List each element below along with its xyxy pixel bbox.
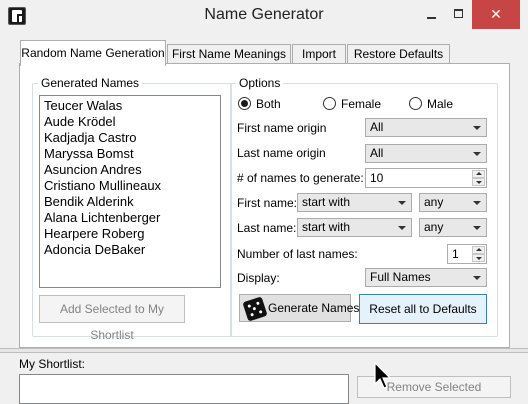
dice-icon [242,296,268,322]
last-name-mode-select[interactable]: start with [297,218,412,237]
list-item[interactable]: Bendik Alderink [44,194,216,210]
first-name-letter-value: any [424,195,444,209]
reset-defaults-button[interactable]: Reset all to Defaults [359,294,487,324]
last-name-mode-value: start with [302,220,351,234]
display-value: Full Names [370,270,431,284]
gender-male-radio[interactable] [409,97,422,110]
num-last-names-value: 1 [452,247,459,261]
stepper-buttons [472,170,485,186]
generate-names-label: Generate Names [268,301,360,315]
stepper-down-icon[interactable] [472,178,485,186]
name-count-stepper[interactable]: 10 [365,168,487,188]
first-name-mode-value: start with [302,195,351,209]
first-name-origin-label: First name origin [237,121,327,135]
shortlist-label: My Shortlist: [19,357,86,371]
list-item[interactable]: Hearpere Roberg [44,226,216,242]
options-label: Options [236,76,284,90]
chevron-down-icon [473,152,481,156]
list-item[interactable]: Alana Lichtenberger [44,210,216,226]
close-icon: ✕ [490,6,502,22]
stepper-buttons [472,246,485,262]
list-item[interactable]: Asuncion Andres [44,162,216,178]
maximize-button[interactable] [445,0,472,29]
minimize-icon [427,17,436,19]
tab-random-name-generation[interactable]: Random Name Generation [20,40,166,66]
display-label: Display: [237,271,280,285]
gender-male-label[interactable]: Male [427,97,453,111]
list-item[interactable]: Cristiano Mullineaux [44,178,216,194]
list-item[interactable]: Teucer Walas [44,98,216,114]
tab-import[interactable]: Import [292,44,346,64]
close-button[interactable]: ✕ [472,0,520,29]
last-name-origin-select[interactable]: All [365,144,487,163]
last-name-letter-value: any [424,220,444,234]
display-select[interactable]: Full Names [365,268,487,287]
num-last-names-stepper[interactable]: 1 [447,244,487,264]
minimize-button[interactable] [418,0,445,29]
last-name-filter-label: Last name: [237,221,297,235]
tab-first-name-meanings[interactable]: First Name Meanings [167,44,291,64]
stepper-up-icon[interactable] [472,246,485,254]
first-name-mode-select[interactable]: start with [297,193,412,212]
tab-panel-random-name-generation: Generated Names Teucer Walas Aude Krödel… [19,63,510,348]
title-bar: Name Generator ✕ [0,0,528,32]
first-name-origin-value: All [370,120,384,134]
last-name-origin-label: Last name origin [237,146,326,160]
generated-names-list[interactable]: Teucer Walas Aude Krödel Kadjadja Castro… [39,95,221,288]
chevron-down-icon [398,201,406,205]
name-count-value: 10 [370,171,384,185]
stepper-up-icon[interactable] [472,170,485,178]
chevron-down-icon [398,226,406,230]
gender-female-radio[interactable] [323,97,336,110]
generated-names-label: Generated Names [38,76,143,90]
first-name-origin-select[interactable]: All [365,118,487,137]
list-item[interactable]: Maryssa Bomst [44,146,216,162]
chevron-down-icon [473,201,481,205]
chevron-down-icon [473,126,481,130]
list-item[interactable]: Aude Krödel [44,114,216,130]
gender-female-label[interactable]: Female [341,97,381,111]
maximize-icon [454,9,463,18]
shortlist-list[interactable] [19,374,349,404]
chevron-down-icon [473,226,481,230]
panel-splitter[interactable] [0,348,528,353]
first-name-letter-select[interactable]: any [419,193,487,212]
chevron-down-icon [473,276,481,280]
list-item[interactable]: Adoncia DeBaker [44,242,216,258]
num-last-names-label: Number of last names: [237,247,358,261]
name-count-label: # of names to generate: [237,171,364,185]
list-item[interactable]: Kadjadja Castro [44,130,216,146]
stepper-down-icon[interactable] [472,254,485,262]
first-name-filter-label: First name: [237,196,298,210]
add-to-shortlist-button[interactable]: Add Selected to My Shortlist [39,295,185,342]
gender-both-radio[interactable] [238,97,251,110]
mouse-pointer-icon [374,362,392,389]
last-name-origin-value: All [370,146,384,160]
gender-both-label[interactable]: Both [256,97,281,111]
generate-names-button[interactable]: Generate Names [239,294,359,322]
radio-selected-dot [241,100,248,107]
last-name-letter-select[interactable]: any [419,218,487,237]
tab-restore-defaults[interactable]: Restore Defaults [347,44,450,64]
